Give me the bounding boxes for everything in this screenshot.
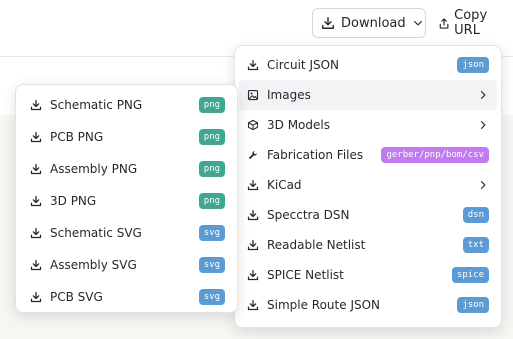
download-menu-item-spice-netlist[interactable]: SPICE Netlist spice	[239, 260, 497, 290]
format-badge: svg	[198, 289, 225, 305]
menu-item-label: 3D Models	[267, 118, 330, 132]
download-button-label: Download	[341, 15, 406, 31]
download-icon	[247, 269, 259, 281]
download-icon	[247, 239, 259, 251]
download-icon	[30, 131, 42, 143]
copy-url-label: Copy URL	[454, 8, 488, 38]
menu-item-label: Readable Netlist	[267, 238, 366, 252]
download-menu-item-simple-route-json[interactable]: Simple Route JSON json	[239, 290, 497, 320]
download-menu-item-3d-models[interactable]: 3D Models	[239, 110, 497, 140]
chevron-right-icon	[477, 179, 489, 191]
menu-item-label: KiCad	[267, 178, 302, 192]
wrench-icon	[247, 149, 259, 161]
menu-item-label: Assembly SVG	[50, 258, 137, 272]
copy-url-button[interactable]: Copy URL	[438, 8, 513, 38]
images-submenu-item-pcb-png[interactable]: PCB PNG png	[20, 121, 233, 153]
menu-item-label: SPICE Netlist	[267, 268, 344, 282]
download-menu-item-images[interactable]: Images	[239, 80, 497, 110]
download-menu-item-kicad[interactable]: KiCad	[239, 170, 497, 200]
format-badge: spice	[451, 267, 489, 283]
format-badge: json	[457, 57, 489, 73]
format-badge: dsn	[462, 207, 489, 223]
download-menu-item-specctra-dsn[interactable]: Specctra DSN dsn	[239, 200, 497, 230]
menu-item-label: Fabrication Files	[267, 148, 364, 162]
format-badge: gerber/pnp/bom/csv	[381, 147, 489, 163]
images-submenu-item-assembly-png[interactable]: Assembly PNG png	[20, 153, 233, 185]
download-icon	[30, 227, 42, 239]
download-icon	[247, 179, 259, 191]
images-submenu-item-pcb-svg[interactable]: PCB SVG svg	[20, 281, 233, 313]
format-badge: svg	[198, 257, 225, 273]
format-badge: png	[198, 193, 225, 209]
download-menu-item-circuit-json[interactable]: Circuit JSON json	[239, 50, 497, 80]
menu-item-label: PCB PNG	[50, 130, 104, 144]
format-badge: txt	[462, 237, 489, 253]
download-icon	[30, 195, 42, 207]
download-icon	[30, 259, 42, 271]
format-badge: png	[198, 161, 225, 177]
menu-item-label: PCB SVG	[50, 290, 103, 304]
images-submenu-item-schematic-png[interactable]: Schematic PNG png	[20, 89, 233, 121]
format-badge: svg	[198, 225, 225, 241]
menu-item-label: 3D PNG	[50, 194, 97, 208]
menu-item-label: Schematic SVG	[50, 226, 142, 240]
format-badge: png	[198, 97, 225, 113]
menu-item-label: Simple Route JSON	[267, 298, 381, 312]
images-submenu-item-3d-png[interactable]: 3D PNG png	[20, 185, 233, 217]
menu-item-label: Specctra DSN	[267, 208, 350, 222]
menu-item-label: Circuit JSON	[267, 58, 340, 72]
menu-item-label: Images	[267, 88, 311, 102]
chevron-right-icon	[477, 119, 489, 131]
images-submenu-item-schematic-svg[interactable]: Schematic SVG svg	[20, 217, 233, 249]
image-icon	[247, 89, 259, 101]
format-badge: png	[198, 129, 225, 145]
download-icon	[30, 99, 42, 111]
images-submenu-item-assembly-svg[interactable]: Assembly SVG svg	[20, 249, 233, 281]
download-icon	[30, 163, 42, 175]
download-menu-item-fabrication-files[interactable]: Fabrication Files gerber/pnp/bom/csv	[239, 140, 497, 170]
share-icon	[439, 17, 449, 29]
download-icon	[247, 299, 259, 311]
download-button[interactable]: Download	[312, 8, 426, 38]
download-menu: Circuit JSON json Images 3D Models Fabricati…	[234, 45, 502, 328]
menu-item-label: Assembly PNG	[50, 162, 138, 176]
chevron-right-icon	[477, 89, 489, 101]
cube-icon	[247, 119, 259, 131]
download-icon	[30, 291, 42, 303]
download-menu-item-readable-netlist[interactable]: Readable Netlist txt	[239, 230, 497, 260]
format-badge: json	[457, 297, 489, 313]
images-submenu: Schematic PNG png PCB PNG png Assembly PNG pn…	[15, 84, 238, 313]
download-icon	[247, 59, 259, 71]
chevron-down-icon	[413, 20, 422, 26]
download-icon	[322, 17, 334, 29]
download-icon	[247, 209, 259, 221]
menu-item-label: Schematic PNG	[50, 98, 143, 112]
